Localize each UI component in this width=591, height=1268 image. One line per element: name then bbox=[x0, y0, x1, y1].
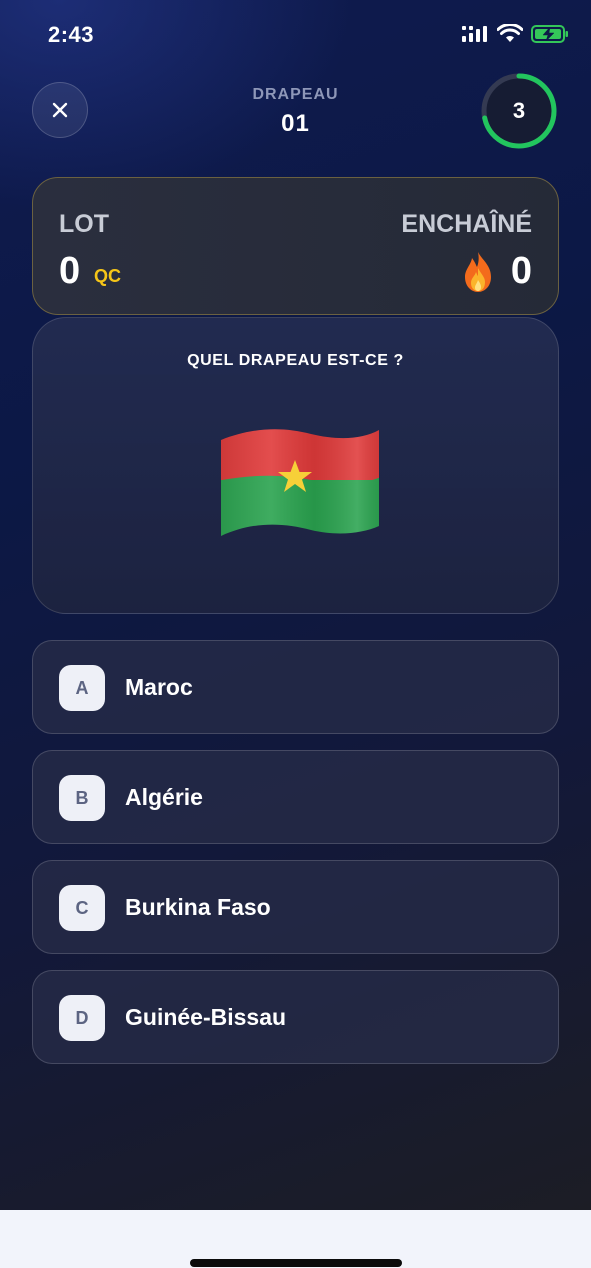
option-label: Maroc bbox=[125, 673, 193, 700]
question-prompt: QUEL DRAPEAU EST-CE ? bbox=[187, 352, 404, 369]
home-indicator[interactable] bbox=[190, 1259, 402, 1267]
lot-value: 0 bbox=[59, 250, 81, 292]
option-label: Algérie bbox=[125, 783, 203, 810]
countdown-timer: 3 bbox=[480, 72, 558, 150]
score-card: LOT 0 QC ENCHAÎNÉ 0 bbox=[32, 177, 559, 315]
timer-value: 3 bbox=[512, 98, 526, 123]
streak-value: 0 bbox=[510, 250, 532, 292]
status-icons bbox=[461, 24, 569, 44]
option-b[interactable]: B Algérie bbox=[32, 750, 559, 844]
burkina-faso-flag-icon bbox=[221, 429, 379, 537]
option-label: Burkina Faso bbox=[125, 893, 271, 920]
option-label: Guinée-Bissau bbox=[125, 1003, 287, 1030]
option-a[interactable]: A Maroc bbox=[32, 640, 559, 734]
lot-unit: QC bbox=[94, 266, 121, 286]
option-letter: C bbox=[59, 885, 105, 931]
option-c[interactable]: C Burkina Faso bbox=[32, 860, 559, 954]
option-d[interactable]: D Guinée-Bissau bbox=[32, 970, 559, 1064]
status-time: 2:43 bbox=[48, 22, 95, 47]
wifi-icon bbox=[497, 24, 523, 42]
lot-label: LOT bbox=[59, 210, 109, 238]
question-card: QUEL DRAPEAU EST-CE ? bbox=[32, 317, 559, 614]
option-letter: D bbox=[59, 995, 105, 1041]
cellular-signal-icon bbox=[462, 26, 487, 42]
battery-charging-icon bbox=[531, 25, 568, 43]
option-letter: A bbox=[59, 665, 105, 711]
streak-label: ENCHAÎNÉ bbox=[401, 210, 532, 238]
fire-icon bbox=[465, 252, 491, 292]
option-letter: B bbox=[59, 775, 105, 821]
quiz-screen: 2:43 DRAPEAU 01 3 LOT 0 QC ENCHAÎNÉ 0 QU… bbox=[0, 0, 591, 1210]
